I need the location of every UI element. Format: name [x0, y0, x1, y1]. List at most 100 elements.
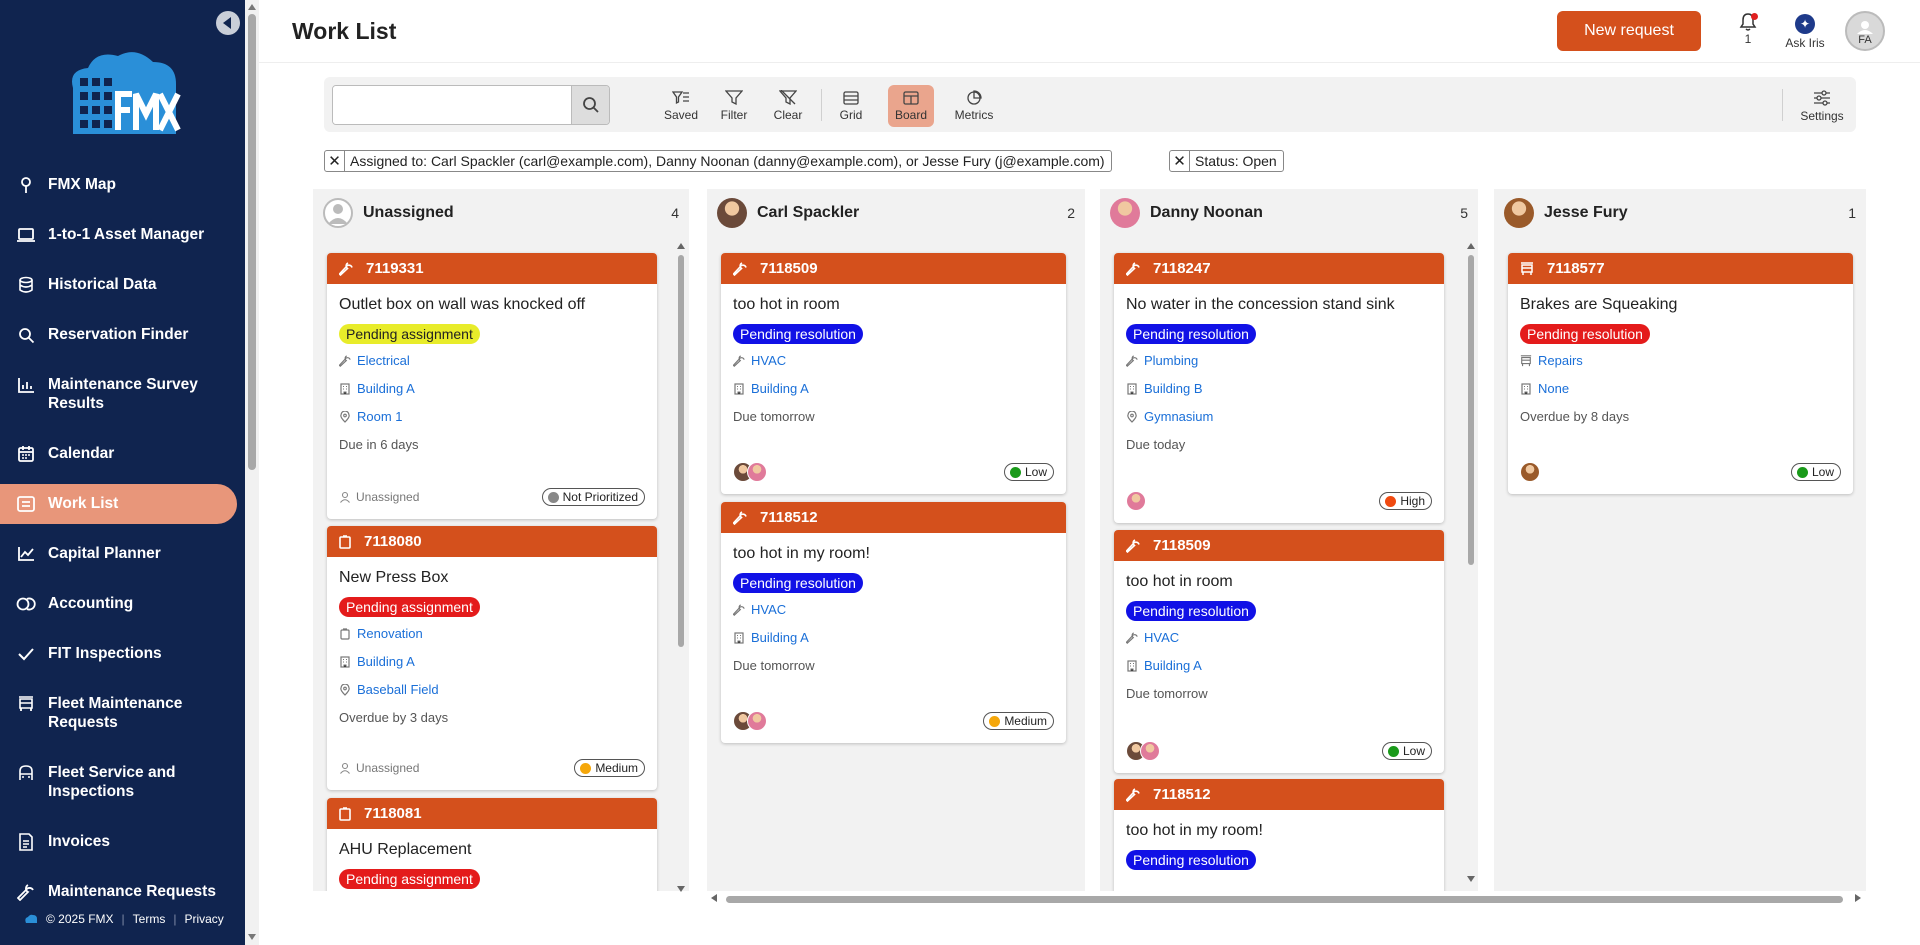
request-building-link[interactable]: Building A	[751, 381, 809, 397]
request-location-link[interactable]: Gymnasium	[1144, 409, 1213, 425]
sidebar-item-fleet-service-and-inspections[interactable]: Fleet Service and Inspections	[0, 763, 230, 801]
work-request-card[interactable]: 7118512 too hot in my room! Pending resolu…	[1114, 779, 1444, 891]
settings-label: Settings	[1800, 108, 1844, 123]
request-building[interactable]: Building A	[1126, 658, 1444, 674]
request-type-link[interactable]: HVAC	[751, 353, 786, 369]
board-view-button[interactable]: Board	[888, 85, 934, 127]
request-building-link[interactable]: Building B	[1144, 381, 1203, 397]
search-button[interactable]	[571, 86, 609, 124]
sidebar-item-calendar[interactable]: Calendar	[0, 444, 126, 464]
new-request-button[interactable]: New request	[1557, 11, 1701, 51]
request-building-link[interactable]: Building A	[357, 654, 415, 670]
page-scrollbar[interactable]	[245, 0, 259, 945]
terms-link[interactable]: Terms	[133, 912, 166, 926]
request-type-link[interactable]: Electrical	[357, 353, 410, 369]
sidebar-item-invoices[interactable]: Invoices	[0, 832, 122, 852]
request-type-link[interactable]: Plumbing	[1144, 353, 1198, 369]
request-location-link[interactable]: Room 1	[357, 409, 403, 425]
column-title: Carl Spackler	[757, 204, 860, 221]
calendar-icon	[16, 444, 36, 464]
request-building-link[interactable]: Building A	[751, 630, 809, 646]
sidebar-item-fit-inspections[interactable]: FIT Inspections	[0, 644, 174, 664]
request-building[interactable]: None	[1520, 381, 1853, 397]
due-date: Due today	[1126, 437, 1186, 452]
column-header: Jesse Fury 1	[1494, 189, 1866, 237]
assignee-label: Unassigned	[339, 761, 419, 775]
ask-iris-button[interactable]: ✦ Ask Iris	[1782, 14, 1828, 50]
request-id[interactable]: 7118512	[760, 509, 818, 526]
request-building[interactable]: Building A	[339, 654, 657, 670]
work-request-card[interactable]: 7118509 too hot in room Pending resolution…	[721, 253, 1066, 494]
sidebar-item-fmx-map[interactable]: FMX Map	[0, 175, 128, 195]
request-type[interactable]: HVAC	[1126, 630, 1444, 646]
grid-view-button[interactable]: Grid	[828, 85, 874, 127]
request-location[interactable]: Gymnasium	[1126, 409, 1444, 425]
remove-filter-icon[interactable]: ✕	[325, 151, 345, 171]
coins-icon	[16, 594, 36, 614]
column-scrollbar[interactable]	[676, 243, 686, 893]
request-building-link[interactable]: None	[1538, 381, 1569, 397]
request-location[interactable]: Room 1	[339, 409, 657, 425]
request-id[interactable]: 7118512	[1153, 786, 1211, 803]
priority-badge: Low	[1003, 463, 1054, 481]
wrench-icon	[1126, 787, 1147, 802]
notifications-button[interactable]: 1	[1736, 12, 1760, 48]
sidebar-item-maintenance-survey-results[interactable]: Maintenance Survey Results	[0, 375, 230, 413]
board-horizontal-scrollbar[interactable]	[711, 893, 1861, 905]
request-building-link[interactable]: Building A	[1144, 658, 1202, 674]
work-request-card[interactable]: 7118247 No water in the concession stand …	[1114, 253, 1444, 523]
work-request-card[interactable]: 7118080 New Press Box Pending assignment Re…	[327, 526, 657, 790]
sidebar-item-capital-planner[interactable]: Capital Planner	[0, 544, 173, 564]
request-type[interactable]: Plumbing	[1126, 353, 1444, 369]
request-type-link[interactable]: HVAC	[1144, 630, 1179, 646]
remove-filter-icon[interactable]: ✕	[1170, 151, 1190, 171]
work-request-card[interactable]: 7118577 Brakes are Squeaking Pending resol…	[1508, 253, 1853, 494]
request-building[interactable]: Building A	[339, 381, 657, 397]
work-request-card[interactable]: 7118512 too hot in my room! Pending resolu…	[721, 502, 1066, 743]
request-building[interactable]: Building A	[733, 630, 1066, 646]
user-avatar[interactable]: FA	[1845, 11, 1885, 51]
request-type-link[interactable]: HVAC	[751, 602, 786, 618]
work-request-card[interactable]: 7118509 too hot in room Pending resolution…	[1114, 530, 1444, 773]
work-request-card[interactable]: 7119331 Outlet box on wall was knocked of…	[327, 253, 657, 519]
request-id[interactable]: 7118509	[1153, 537, 1211, 554]
sidebar-item-maintenance-requests[interactable]: Maintenance Requests	[0, 882, 228, 902]
request-type-link[interactable]: Renovation	[357, 626, 423, 642]
settings-button[interactable]: Settings	[1796, 85, 1848, 127]
request-location[interactable]: Baseball Field	[339, 682, 657, 698]
request-building-link[interactable]: Building A	[357, 381, 415, 397]
request-type[interactable]: Repairs	[1520, 353, 1853, 369]
assignee-avatar	[1140, 741, 1160, 761]
request-building[interactable]: Building A	[733, 381, 1066, 397]
request-type[interactable]: HVAC	[733, 602, 1066, 618]
request-id[interactable]: 7118080	[364, 533, 422, 550]
saved-button[interactable]: Saved	[658, 85, 704, 127]
privacy-link[interactable]: Privacy	[184, 912, 223, 926]
sidebar-item-work-list[interactable]: Work List	[0, 484, 237, 524]
metrics-button[interactable]: Metrics	[947, 85, 1001, 127]
request-id[interactable]: 7119331	[366, 260, 424, 277]
request-type-link[interactable]: Repairs	[1538, 353, 1583, 369]
sidebar-item-accounting[interactable]: Accounting	[0, 594, 145, 614]
request-building[interactable]: Building B	[1126, 381, 1444, 397]
request-type[interactable]: Renovation	[339, 626, 657, 642]
sidebar-item-historical-data[interactable]: Historical Data	[0, 275, 169, 295]
request-id[interactable]: 7118509	[760, 260, 818, 277]
request-id[interactable]: 7118247	[1153, 260, 1211, 277]
search-input[interactable]	[333, 86, 563, 124]
clear-button[interactable]: Clear	[765, 85, 811, 127]
sidebar-item-label: Work List	[48, 495, 119, 512]
request-id[interactable]: 7118577	[1547, 260, 1605, 277]
request-id[interactable]: 7118081	[364, 805, 422, 822]
collapse-sidebar-button[interactable]	[216, 11, 240, 35]
sidebar-item-fleet-maintenance-requests[interactable]: Fleet Maintenance Requests	[0, 694, 230, 732]
sidebar-item-reservation-finder[interactable]: Reservation Finder	[0, 325, 200, 345]
request-type[interactable]: Electrical	[339, 353, 657, 369]
filter-button[interactable]: Filter	[711, 85, 757, 127]
request-location-link[interactable]: Baseball Field	[357, 682, 439, 698]
column-scrollbar[interactable]	[1466, 243, 1476, 883]
work-request-card[interactable]: 7118081 AHU Replacement Pending assignment	[327, 798, 657, 891]
sidebar-item-1-to-1-asset-manager[interactable]: 1-to-1 Asset Manager	[0, 225, 216, 245]
request-type[interactable]: HVAC	[733, 353, 1066, 369]
column-count: 5	[1460, 205, 1468, 221]
